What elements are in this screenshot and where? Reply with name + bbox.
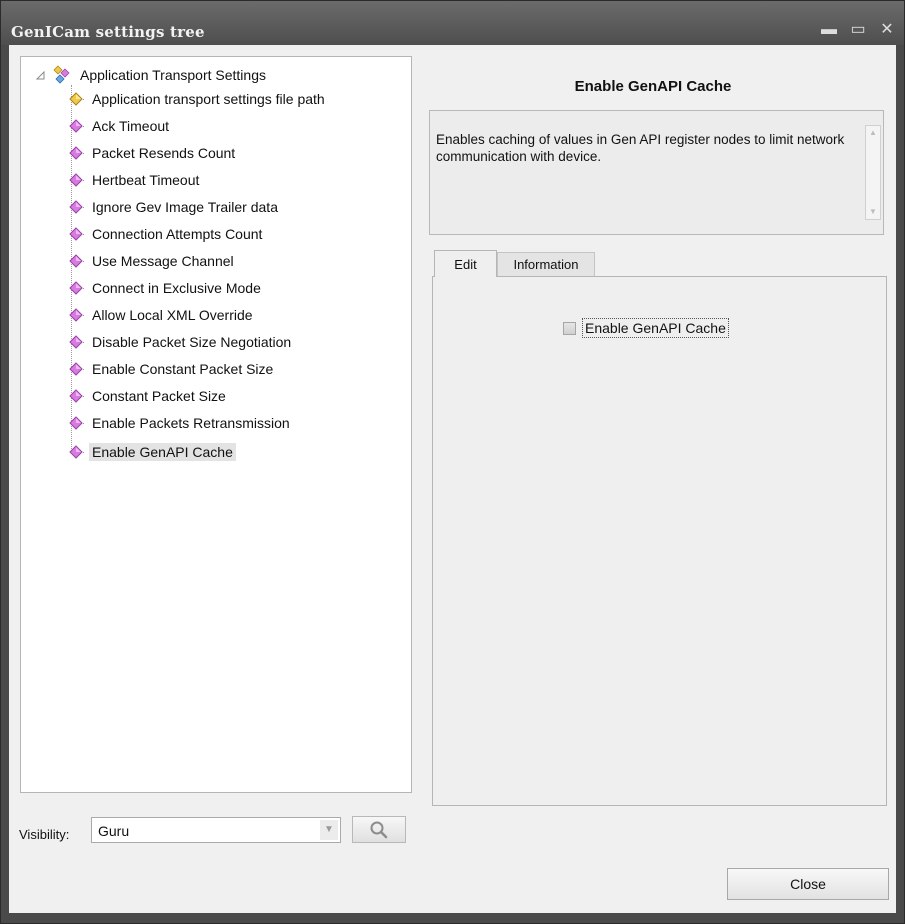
tree-root-label: Application Transport Settings <box>80 67 266 83</box>
tree-item-local-xml-override[interactable]: Allow Local XML Override <box>68 304 256 326</box>
settings-tree[interactable]: Application Transport Settings Applicati… <box>20 56 412 793</box>
tree-item-label: Enable Constant Packet Size <box>92 361 274 377</box>
client-area: Application Transport Settings Applicati… <box>9 45 896 913</box>
search-button[interactable] <box>352 816 406 843</box>
title-bar[interactable]: GenICam settings tree ▬ ▭ ✕ <box>1 1 904 45</box>
description-box: Enables caching of values in Gen API reg… <box>429 110 884 235</box>
window-title: GenICam settings tree <box>11 23 205 41</box>
pink-diamond-icon <box>69 416 83 430</box>
tree-item-disable-packet-size-negotiation[interactable]: Disable Packet Size Negotiation <box>68 331 294 353</box>
tree-item-label: Disable Packet Size Negotiation <box>92 334 292 350</box>
tree-item-transport-file-path[interactable]: Application transport settings file path <box>68 88 328 110</box>
pink-diamond-icon <box>69 173 83 187</box>
genapi-cache-checkbox-row[interactable]: Enable GenAPI Cache <box>563 318 729 338</box>
edit-tab-panel <box>432 276 887 806</box>
tree-item-label: Constant Packet Size <box>92 388 226 404</box>
pink-diamond-icon <box>69 281 83 295</box>
pink-diamond-icon <box>69 308 83 322</box>
tab-information[interactable]: Information <box>497 252 595 276</box>
tree-item-label: Hertbeat Timeout <box>92 172 200 188</box>
tree-item-label: Ack Timeout <box>92 118 170 134</box>
pink-diamond-icon <box>69 254 83 268</box>
tree-item-ack-timeout[interactable]: Ack Timeout <box>68 115 172 137</box>
tree-item-label: Packet Resends Count <box>92 145 236 161</box>
pink-diamond-icon <box>69 362 83 376</box>
tree-item-exclusive-mode[interactable]: Connect in Exclusive Mode <box>68 277 264 299</box>
tree-item-label: Connection Attempts Count <box>92 226 263 242</box>
tree-item-enable-constant-packet-size[interactable]: Enable Constant Packet Size <box>68 358 276 380</box>
tree-item-label: Enable Packets Retransmission <box>92 415 290 431</box>
pink-diamond-icon <box>69 146 83 160</box>
description-scrollbar[interactable]: ▲ ▼ <box>865 125 881 220</box>
details-title: Enable GenAPI Cache <box>574 78 732 95</box>
genapi-cache-checkbox[interactable] <box>563 321 576 335</box>
minimize-icon[interactable]: ▬ <box>818 19 840 41</box>
tree-item-enable-genapi-cache[interactable]: Enable GenAPI Cache <box>68 441 236 463</box>
close-window-icon[interactable]: ✕ <box>876 19 898 41</box>
scroll-up-icon[interactable]: ▲ <box>866 126 880 140</box>
tree-item-label: Ignore Gev Image Trailer data <box>92 199 278 215</box>
settings-group-icon <box>53 65 70 84</box>
tree-item-constant-packet-size[interactable]: Constant Packet Size <box>68 385 229 407</box>
pink-diamond-icon <box>69 389 83 403</box>
tree-item-use-message-channel[interactable]: Use Message Channel <box>68 250 237 272</box>
collapse-triangle-icon[interactable] <box>35 70 45 80</box>
visibility-select[interactable]: Guru ▼ <box>91 817 341 843</box>
scroll-down-icon[interactable]: ▼ <box>866 205 880 219</box>
tree-item-label: Use Message Channel <box>92 253 234 269</box>
yellow-diamond-icon <box>69 92 83 106</box>
pink-diamond-icon <box>69 227 83 241</box>
tree-item-packet-resends-count[interactable]: Packet Resends Count <box>68 142 238 164</box>
description-text: Enables caching of values in Gen API reg… <box>436 132 845 164</box>
tree-item-label: Connect in Exclusive Mode <box>92 280 261 296</box>
maximize-icon[interactable]: ▭ <box>847 19 869 41</box>
tree-item-label: Allow Local XML Override <box>92 307 253 323</box>
search-icon <box>370 821 388 839</box>
tree-item-heartbeat-timeout[interactable]: Hertbeat Timeout <box>68 169 202 191</box>
pink-diamond-icon <box>69 445 83 459</box>
tree-root-node[interactable]: Application Transport Settings <box>35 65 269 85</box>
visibility-label: Visibility: <box>19 827 70 842</box>
tab-edit[interactable]: Edit <box>434 250 497 277</box>
pink-diamond-icon <box>69 200 83 214</box>
genapi-cache-checkbox-label[interactable]: Enable GenAPI Cache <box>582 318 729 338</box>
tree-item-label: Enable GenAPI Cache <box>89 443 236 461</box>
settings-window: GenICam settings tree ▬ ▭ ✕ Application … <box>0 0 905 924</box>
tree-item-ignore-gev-trailer[interactable]: Ignore Gev Image Trailer data <box>68 196 281 218</box>
pink-diamond-icon <box>69 119 83 133</box>
tree-item-connection-attempts[interactable]: Connection Attempts Count <box>68 223 265 245</box>
pink-diamond-icon <box>69 335 83 349</box>
tree-item-label: Application transport settings file path <box>92 91 325 107</box>
visibility-value: Guru <box>98 823 130 839</box>
tree-item-packets-retransmission[interactable]: Enable Packets Retransmission <box>68 412 293 434</box>
dropdown-arrow-icon[interactable]: ▼ <box>320 820 338 840</box>
close-button[interactable]: Close <box>727 868 889 900</box>
